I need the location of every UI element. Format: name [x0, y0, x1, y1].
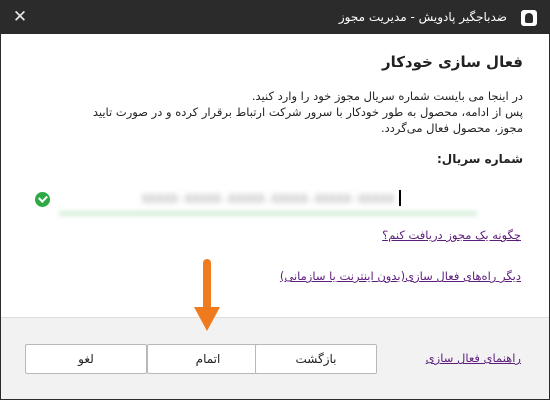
license-manager-window: ✕ ضدباجگیر پادویش - مدیریت مجوز فعال ساز… — [0, 0, 550, 400]
page-title: فعال سازی خودکار — [381, 53, 523, 71]
window-title: ضدباجگیر پادویش - مدیریت مجوز — [338, 10, 507, 24]
instructions-line-2: پس از ادامه، محصول به طور خودکار با سرور… — [92, 105, 523, 119]
how-to-get-license-link[interactable]: چگونه یک مجوز دریافت کنم؟ — [382, 228, 521, 242]
check-circle-icon — [35, 192, 50, 207]
instructions-text: در اینجا می بایست شماره سریال مجوز خود ر… — [23, 88, 523, 136]
button-bar: لغو اتمام بازگشت راهنمای فعال سازی — [1, 317, 549, 399]
main-content: فعال سازی خودکار در اینجا می بایست شماره… — [1, 34, 549, 317]
text-cursor — [399, 190, 401, 206]
serial-number-row — [1, 182, 549, 218]
other-activation-methods-link[interactable]: دیگر راه‌های فعال سازی(بدون اینترنت یا س… — [280, 269, 521, 283]
instructions-line-3: مجوز، محصول فعال می‌گردد. — [381, 121, 523, 135]
arrow-shaft — [203, 259, 211, 311]
activation-help-link[interactable]: راهنمای فعال سازی — [426, 351, 521, 365]
finish-button[interactable]: اتمام — [147, 344, 269, 374]
lock-icon — [521, 10, 537, 26]
serial-number-label: شماره سریال: — [436, 152, 523, 166]
cancel-button[interactable]: لغو — [25, 344, 147, 374]
instructions-line-1: در اینجا می بایست شماره سریال مجوز خود ر… — [251, 89, 523, 103]
arrow-head — [194, 307, 220, 331]
serial-number-input[interactable] — [59, 184, 477, 214]
close-icon[interactable]: ✕ — [9, 6, 31, 28]
pointer-arrow-icon — [194, 259, 220, 337]
back-button[interactable]: بازگشت — [255, 344, 377, 374]
title-bar: ✕ ضدباجگیر پادویش - مدیریت مجوز — [1, 1, 549, 34]
